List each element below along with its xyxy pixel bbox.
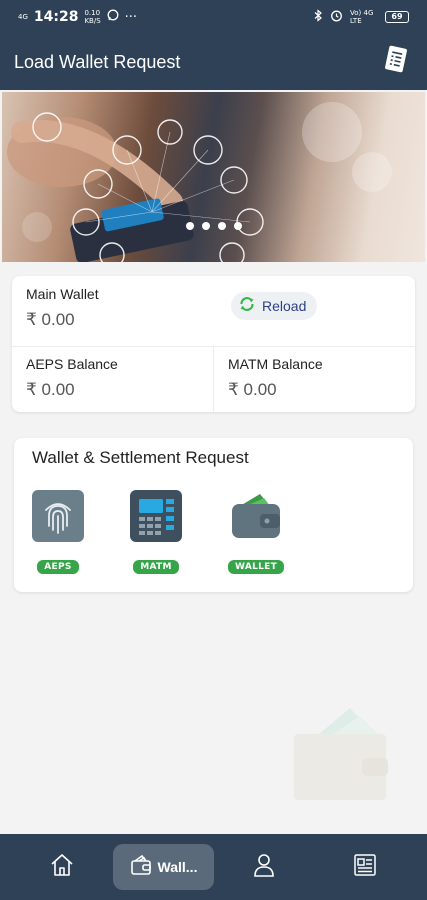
- bottom-navigation: Wall...: [0, 834, 427, 900]
- promo-banner[interactable]: [2, 92, 425, 262]
- banner-pagination[interactable]: [186, 222, 242, 230]
- app-bar: Load Wallet Request: [0, 34, 427, 90]
- battery-icon: 69: [385, 11, 409, 23]
- aeps-label: AEPS: [37, 560, 79, 574]
- nav-home[interactable]: [40, 844, 84, 890]
- pagination-dot[interactable]: [218, 222, 226, 230]
- nav-profile[interactable]: [242, 844, 286, 890]
- network-right-indicator: Vo) 4G LTE: [350, 9, 374, 25]
- wallet-label: WALLET: [228, 560, 285, 574]
- net-speed-value: 0.10: [84, 9, 101, 17]
- more-icon: ···: [124, 9, 138, 25]
- wallet-balance-card: Main Wallet ₹ 0.00 Reload AEPS Balance ₹…: [12, 276, 415, 412]
- background-wallet-illustration: [290, 700, 400, 804]
- network-left-indicator: 4G: [18, 13, 28, 21]
- nav-wallet-label: Wall...: [157, 859, 198, 875]
- pagination-dot[interactable]: [186, 222, 194, 230]
- nav-wallet[interactable]: Wall...: [113, 844, 214, 890]
- aeps-balance-label: AEPS Balance: [26, 356, 118, 372]
- statement-button[interactable]: [379, 45, 413, 79]
- net-speed: 0.10 KB/S: [84, 9, 100, 25]
- wallet-icon: [130, 854, 152, 880]
- reload-label: Reload: [262, 298, 307, 314]
- technology-network-illustration: [7, 112, 264, 262]
- matm-balance-amount: ₹ 0.00: [228, 380, 277, 399]
- divider: [213, 347, 214, 412]
- reload-button[interactable]: Reload: [231, 292, 317, 320]
- nav-statement[interactable]: [343, 844, 387, 890]
- user-icon: [252, 852, 276, 882]
- bluetooth-icon: [313, 9, 323, 25]
- aeps-balance-amount: ₹ 0.00: [26, 380, 75, 399]
- home-icon: [49, 852, 75, 882]
- whatsapp-icon: [107, 9, 119, 25]
- pagination-dot[interactable]: [234, 222, 242, 230]
- main-wallet-label: Main Wallet: [26, 286, 99, 302]
- status-time: 14:28: [33, 9, 79, 25]
- matm-balance-label: MATM Balance: [228, 356, 323, 372]
- pagination-dot[interactable]: [202, 222, 210, 230]
- wallet-settlement-card: Wallet & Settlement Request AEPS MATM WA…: [14, 438, 413, 592]
- document-list-icon: [382, 45, 410, 79]
- wallet-tile[interactable]: WALLET: [228, 490, 285, 574]
- fingerprint-icon: [32, 490, 84, 542]
- alarm-icon: [330, 9, 343, 25]
- status-bar: 4G 14:28 0.10 KB/S ··· Vo) 4G LTE 69: [0, 0, 427, 34]
- main-wallet-amount: ₹ 0.00: [26, 310, 75, 329]
- aeps-tile[interactable]: AEPS: [30, 490, 86, 574]
- matm-label: MATM: [133, 560, 179, 574]
- card-machine-icon: [130, 490, 182, 542]
- section-title: Wallet & Settlement Request: [32, 448, 249, 467]
- matm-tile[interactable]: MATM: [128, 490, 184, 574]
- document-list-icon: [352, 852, 378, 882]
- wallet-icon: [230, 490, 282, 542]
- refresh-icon: [238, 295, 256, 317]
- net-speed-unit: KB/S: [84, 17, 101, 25]
- page-title: Load Wallet Request: [14, 51, 181, 72]
